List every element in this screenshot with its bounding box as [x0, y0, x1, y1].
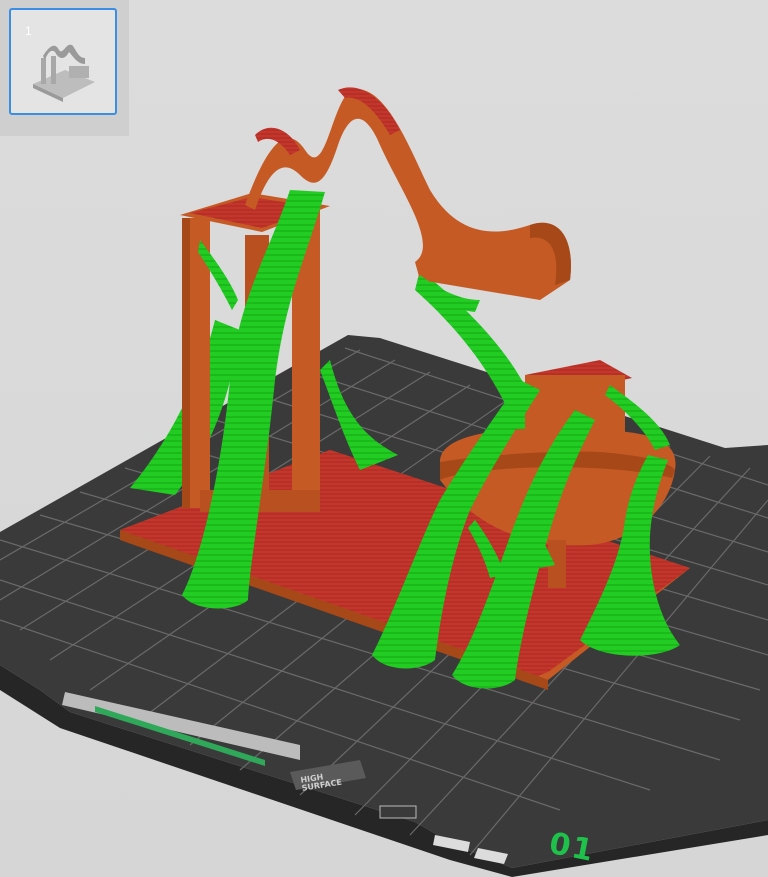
model-thumbnail-icon [33, 44, 95, 102]
plate-list-panel: 1 [0, 0, 129, 136]
plate-thumbnail-1[interactable]: 1 [9, 8, 117, 115]
